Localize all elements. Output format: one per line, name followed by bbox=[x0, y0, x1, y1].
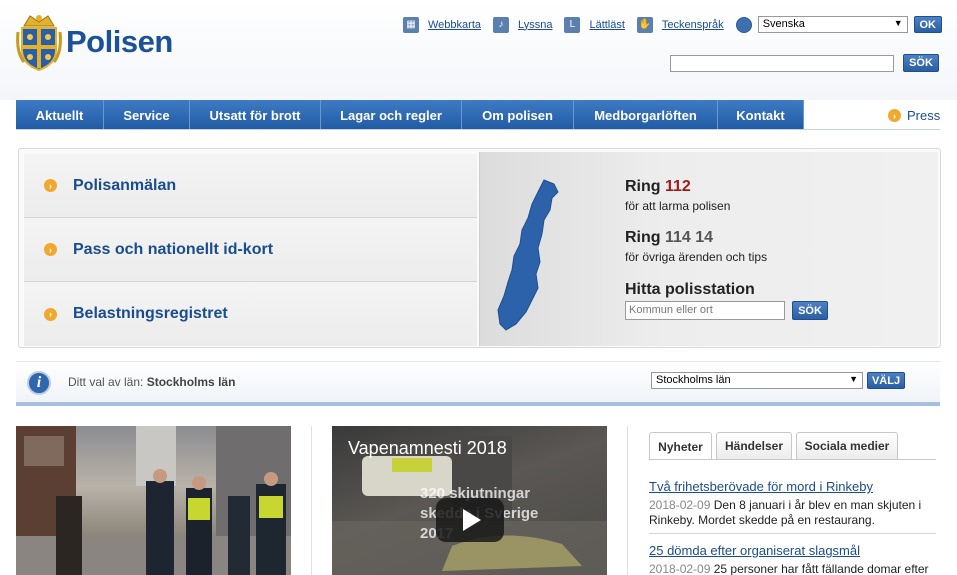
other-block: Ring 114 14 för övriga ärenden och tips bbox=[625, 229, 767, 264]
nav-item-medborgarloften[interactable]: Medborgarlöften bbox=[574, 100, 718, 130]
ring-label: Ring bbox=[625, 178, 661, 195]
quick-access-panel: › Polisanmälan › Pass och nationellt id-… bbox=[18, 148, 941, 348]
language-select[interactable]: Svenska ▼ bbox=[757, 16, 908, 33]
language-ok-button[interactable]: OK bbox=[913, 16, 942, 33]
site-search-button[interactable]: SÖK bbox=[903, 54, 939, 72]
easy-read-icon: L bbox=[564, 16, 581, 33]
globe-icon bbox=[735, 16, 752, 33]
column-divider bbox=[311, 426, 312, 575]
util-sitemap[interactable]: ▦ Webbkarta bbox=[403, 16, 481, 33]
easy-read-link[interactable]: Lättläst bbox=[589, 19, 624, 31]
news-body: 2018-02-09 Den 8 januari i år blev en ma… bbox=[649, 498, 936, 528]
play-icon bbox=[463, 509, 481, 531]
news-title-link[interactable]: 25 dömda efter organiserat slagsmål bbox=[649, 543, 936, 558]
util-easy-read[interactable]: L Lättläst bbox=[564, 16, 625, 33]
news-item: Två frihetsberövade för mord i Rinkeby 2… bbox=[649, 479, 936, 528]
tab-handelser[interactable]: Händelser bbox=[716, 432, 792, 459]
quick-link-belastningsregistret[interactable]: › Belastningsregistret bbox=[24, 282, 477, 346]
contact-panel: Ring 112 för att larma polisen Ring 114 … bbox=[479, 152, 938, 346]
county-select[interactable]: Stockholms län ▼ bbox=[651, 372, 863, 389]
quick-link-label: Belastningsregistret bbox=[73, 305, 228, 322]
quick-link-pass[interactable]: › Pass och nationellt id-kort bbox=[24, 218, 477, 282]
nav-divider bbox=[16, 129, 940, 130]
chevron-down-icon: ▼ bbox=[893, 18, 903, 28]
video-title: Vapenamnesti 2018 bbox=[348, 438, 507, 458]
sitemap-icon: ▦ bbox=[403, 16, 419, 33]
find-station-heading: Hitta polisstation bbox=[625, 281, 755, 298]
news-separator bbox=[649, 533, 936, 534]
arrow-right-icon: › bbox=[44, 179, 57, 192]
listen-link[interactable]: Lyssna bbox=[518, 19, 552, 31]
ring-label: Ring bbox=[625, 229, 661, 246]
polisen-logo[interactable]: Polisen bbox=[16, 12, 173, 72]
news-title-link[interactable]: Två frihetsberövade för mord i Rinkeby bbox=[649, 479, 936, 494]
find-station-block: Hitta polisstation bbox=[625, 281, 755, 299]
chevron-down-icon: ▼ bbox=[849, 374, 858, 384]
site-search-input[interactable] bbox=[670, 55, 894, 72]
emergency-heading: Ring 112 bbox=[625, 178, 730, 196]
crest-icon bbox=[16, 12, 62, 72]
quick-link-polisanmalan[interactable]: › Polisanmälan bbox=[24, 154, 477, 218]
news-text: 25 personer har fått fällande domar efte… bbox=[713, 562, 929, 575]
nav-item-kontakt[interactable]: Kontakt bbox=[718, 100, 804, 130]
site-header: Polisen ▦ Webbkarta ♪ Lyssna L Lättläst … bbox=[0, 0, 957, 100]
tabs-divider bbox=[649, 459, 936, 460]
street-police-photo bbox=[16, 426, 291, 575]
news-photo[interactable] bbox=[16, 426, 291, 575]
kommun-search-input[interactable]: Kommun eller ort bbox=[625, 301, 785, 320]
sitemap-link[interactable]: Webbkarta bbox=[428, 19, 481, 31]
news-date: 2018-02-09 bbox=[649, 498, 711, 512]
language-value: Svenska bbox=[762, 18, 805, 30]
nav-item-utsatt[interactable]: Utsatt för brott bbox=[190, 100, 321, 130]
main-nav: Aktuellt Service Utsatt för brott Lagar … bbox=[16, 100, 804, 130]
sweden-map-icon[interactable] bbox=[496, 178, 566, 333]
county-divider bbox=[16, 402, 940, 406]
util-listen[interactable]: ♪ Lyssna bbox=[493, 16, 552, 33]
column-divider bbox=[627, 426, 628, 575]
county-selected: Stockholms län bbox=[146, 375, 236, 389]
utility-bar: ▦ Webbkarta ♪ Lyssna L Lättläst ✋ Tecken… bbox=[403, 16, 942, 33]
emergency-number[interactable]: 112 bbox=[665, 178, 691, 195]
tab-sociala-medier[interactable]: Sociala medier bbox=[796, 432, 898, 459]
news-tabs: Nyheter Händelser Sociala medier bbox=[649, 432, 902, 460]
county-bar: i Ditt val av län: Stockholms län Stockh… bbox=[16, 361, 940, 403]
other-number[interactable]: 114 14 bbox=[665, 229, 713, 246]
news-item: 25 dömda efter organiserat slagsmål 2018… bbox=[649, 543, 936, 575]
nav-item-aktuellt[interactable]: Aktuellt bbox=[16, 100, 104, 130]
quick-links: › Polisanmälan › Pass och nationellt id-… bbox=[24, 154, 477, 346]
info-icon: i bbox=[27, 371, 51, 395]
county-select-value: Stockholms län bbox=[656, 374, 731, 386]
emergency-text: för att larma polisen bbox=[625, 199, 731, 213]
news-body: 2018-02-09 25 personer har fått fällande… bbox=[649, 562, 936, 575]
nav-item-service[interactable]: Service bbox=[104, 100, 190, 130]
tab-nyheter[interactable]: Nyheter bbox=[649, 432, 712, 460]
press-link[interactable]: › Press bbox=[888, 108, 940, 123]
listen-icon: ♪ bbox=[493, 16, 509, 33]
news-date: 2018-02-09 bbox=[649, 562, 711, 575]
press-label: Press bbox=[907, 108, 941, 123]
nav-item-om-polisen[interactable]: Om polisen bbox=[462, 100, 574, 130]
brand-name: Polisen bbox=[66, 24, 173, 59]
quick-link-label: Polisanmälan bbox=[73, 176, 177, 194]
county-text: Ditt val av län: Stockholms län bbox=[68, 375, 235, 389]
video-player[interactable]: Vapenamnesti 2018 320 skjutningar skedde… bbox=[332, 426, 607, 575]
arrow-right-icon: › bbox=[44, 243, 57, 256]
quick-link-label: Pass och nationellt id-kort bbox=[73, 240, 274, 258]
arrow-right-icon: › bbox=[888, 109, 901, 122]
nav-item-lagar[interactable]: Lagar och regler bbox=[321, 100, 462, 130]
emergency-block: Ring 112 för att larma polisen bbox=[625, 178, 730, 213]
county-choose-button[interactable]: VÄLJ bbox=[867, 372, 905, 389]
arrow-right-icon: › bbox=[44, 307, 57, 321]
other-heading: Ring 114 14 bbox=[625, 229, 767, 247]
sign-language-link[interactable]: Teckenspråk bbox=[662, 19, 724, 31]
other-text: för övriga ärenden och tips bbox=[625, 250, 768, 264]
find-station-button[interactable]: SÖK bbox=[792, 301, 828, 320]
sign-language-icon: ✋ bbox=[636, 16, 653, 33]
county-prefix: Ditt val av län: bbox=[68, 375, 144, 389]
util-sign-language[interactable]: ✋ Teckenspråk bbox=[636, 16, 724, 33]
play-button[interactable] bbox=[436, 498, 504, 542]
